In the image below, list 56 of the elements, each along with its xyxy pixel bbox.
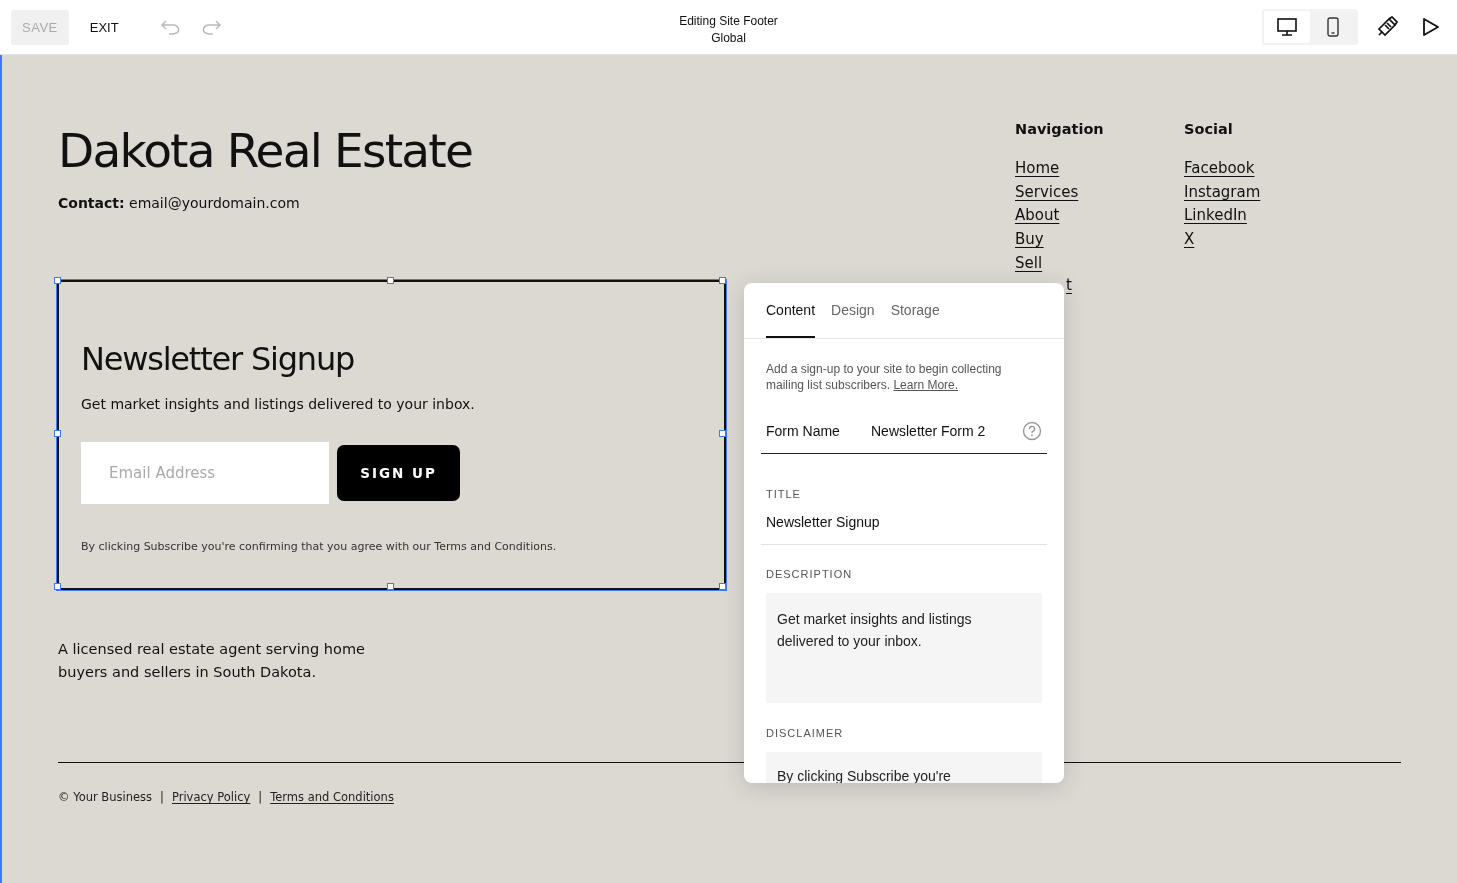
form-name-value[interactable]: Newsletter Form 2 — [871, 423, 1022, 439]
newsletter-block[interactable]: Newsletter Signup Get market insights and listings delivered to your inbox. Email Address SIGN UP By clicking Subscribe you're confirming that you agree with our Terms and Conditions. — [57, 280, 726, 590]
newsletter-title: Newsletter Signup — [81, 339, 356, 380]
separator: | — [160, 790, 164, 804]
sign-up-button[interactable]: SIGN UP — [337, 445, 460, 501]
legal-link[interactable]: Privacy Policy — [171, 790, 251, 804]
footer-link[interactable]: Sell — [1015, 251, 1043, 276]
text-area[interactable]: By clicking Subscribe you're — [766, 752, 1042, 783]
desktop-icon — [1277, 18, 1297, 36]
footer-link[interactable]: Facebook — [1184, 157, 1255, 181]
newsletter-description: Get market insights and listings delivered to your inbox. — [81, 396, 476, 412]
disclaimer-text: By clicking Subscribe you're confirming that you agree with our Terms and Conditions. — [81, 540, 558, 553]
resize-handle[interactable] — [719, 430, 726, 437]
contact-text: Contact: email@yourdomain.com — [58, 195, 301, 211]
resize-handle[interactable] — [386, 583, 394, 590]
field-label: TITLE — [766, 488, 802, 500]
footer-link[interactable]: LinkedIn — [1184, 204, 1247, 229]
phone-icon — [1327, 17, 1339, 37]
footer-link[interactable]: t — [1066, 275, 1072, 294]
help-icon[interactable] — [1022, 421, 1042, 441]
field-label: Form Name — [766, 423, 841, 439]
field-label: DISCLAIMER — [766, 727, 845, 739]
title-field[interactable]: Newsletter Signup — [766, 514, 1042, 544]
separator: | — [258, 790, 263, 804]
site-title: Dakota Real Estate — [58, 122, 474, 180]
resize-handle[interactable] — [719, 583, 726, 590]
resize-handle[interactable] — [386, 277, 394, 284]
column-heading: Navigation — [1015, 121, 1104, 137]
intro-text: Add a sign-up to your site to begin collecting mailing list subscribers. Learn More. — [766, 361, 1003, 393]
play-icon — [1422, 17, 1440, 37]
resize-handle[interactable] — [719, 277, 726, 284]
editor-subtitle: Global — [711, 30, 746, 47]
about-text: A licensed real estate agent serving home buyers and sellers in South Dakota. — [58, 640, 366, 682]
column-heading: Social — [1184, 121, 1233, 137]
copyright-text: © Your Business — [58, 790, 153, 804]
resize-handle[interactable] — [54, 583, 61, 590]
editor-title: Editing Site Footer — [679, 13, 778, 30]
field-label: DESCRIPTION — [766, 568, 854, 580]
resize-handle[interactable] — [54, 277, 61, 284]
exit-button[interactable]: EXIT — [78, 11, 130, 43]
panel-tab[interactable]: Design — [831, 283, 875, 338]
desktop-view-button[interactable] — [1264, 11, 1310, 43]
learn-more-link[interactable]: Learn More. — [893, 378, 959, 392]
panel-tab[interactable]: Content — [766, 283, 816, 338]
resize-handle[interactable] — [54, 430, 61, 437]
panel-tab[interactable]: Storage — [890, 283, 940, 338]
legal-link[interactable]: Terms and Conditions — [270, 790, 394, 804]
footer-link[interactable]: Home — [1015, 157, 1060, 181]
footer-link[interactable]: Services — [1015, 180, 1079, 205]
footer-link[interactable]: About — [1015, 204, 1060, 229]
footer-link[interactable]: Buy — [1015, 228, 1044, 252]
email-field[interactable]: Email Address — [81, 442, 329, 504]
footer-link[interactable]: Instagram — [1184, 180, 1261, 205]
text-area[interactable]: Get market insights and listings delivered to your inbox. — [766, 593, 1042, 703]
footer-link[interactable]: X — [1184, 228, 1195, 252]
paintbrush-icon — [1376, 16, 1398, 38]
